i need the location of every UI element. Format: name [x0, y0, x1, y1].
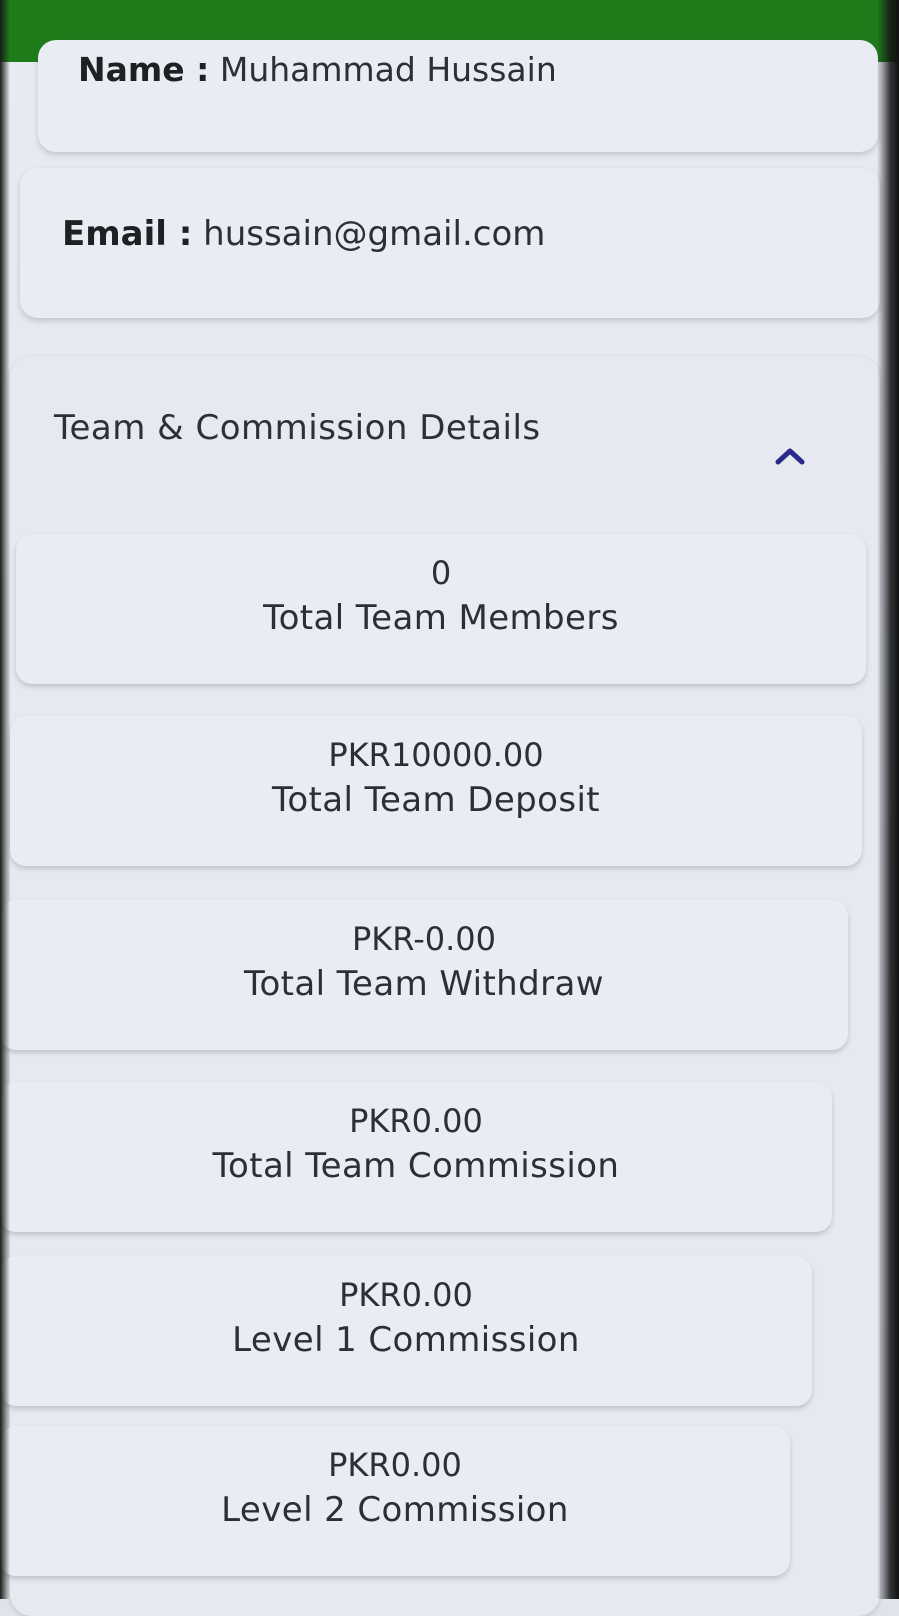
- stat-value: PKR0.00: [339, 1276, 473, 1314]
- email-row: Email : hussain@gmail.com: [62, 214, 545, 254]
- email-card: Email : hussain@gmail.com: [20, 168, 880, 318]
- page: Name : Muhammad Hussain Email : hussain@…: [0, 0, 899, 1616]
- stat-value: PKR0.00: [349, 1102, 483, 1140]
- name-label: Name :: [78, 50, 210, 89]
- accordion-title[interactable]: Team & Commission Details: [54, 408, 541, 448]
- stat-value: PKR10000.00: [328, 736, 544, 774]
- stat-total-team-deposit: PKR10000.00 Total Team Deposit: [10, 716, 862, 866]
- stat-value: PKR0.00: [328, 1446, 462, 1484]
- stat-value: 0: [430, 554, 452, 592]
- team-commission-accordion: Team & Commission Details 0 Total Team M…: [0, 356, 880, 1616]
- stat-label: Total Team Withdraw: [244, 964, 604, 1004]
- name-card: Name : Muhammad Hussain: [38, 40, 878, 152]
- email-value: hussain@gmail.com: [203, 214, 546, 254]
- stat-label: Total Team Commission: [212, 1146, 620, 1186]
- stat-label: Level 1 Commission: [232, 1320, 580, 1360]
- stat-total-team-commission: PKR0.00 Total Team Commission: [0, 1082, 832, 1232]
- email-label: Email :: [62, 214, 193, 254]
- stat-value: PKR-0.00: [351, 920, 496, 958]
- stat-label: Total Team Deposit: [271, 780, 601, 820]
- stat-label: Total Team Members: [263, 598, 619, 638]
- device-bezel-right: [877, 0, 899, 1599]
- stat-label: Level 2 Commission: [221, 1490, 569, 1530]
- chevron-up-icon[interactable]: [770, 442, 810, 470]
- stat-level-2-commission: PKR0.00 Level 2 Commission: [0, 1426, 790, 1576]
- stat-level-1-commission: PKR0.00 Level 1 Commission: [0, 1256, 812, 1406]
- name-row: Name : Muhammad Hussain: [78, 50, 557, 89]
- device-bezel-left: [0, 0, 10, 1599]
- stat-total-team-withdraw: PKR-0.00 Total Team Withdraw: [0, 900, 848, 1050]
- stat-total-team-members: 0 Total Team Members: [16, 534, 866, 684]
- name-value: Muhammad Hussain: [219, 50, 557, 89]
